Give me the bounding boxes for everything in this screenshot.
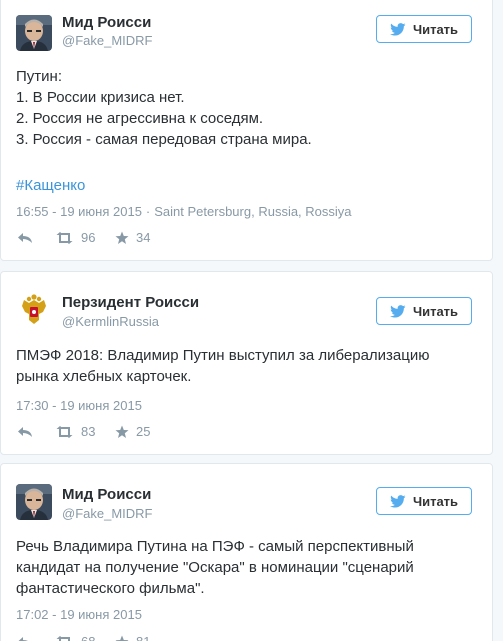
tweet-location[interactable]: Saint Petersburg, Russia, Rossiya xyxy=(154,204,351,219)
follow-label: Читать xyxy=(412,303,459,319)
follow-label: Читать xyxy=(412,493,459,509)
tweet-text-line: 3. Россия - самая передовая страна мира. xyxy=(16,131,312,148)
twitter-bird-icon xyxy=(390,494,406,508)
author-handle[interactable]: @KermlinRussia xyxy=(62,314,159,329)
meta-separator: · xyxy=(145,204,151,219)
reply-button[interactable] xyxy=(17,426,55,438)
tweet-text-line: рынка хлебных карточек. xyxy=(16,368,192,385)
like-count: 81 xyxy=(136,634,150,641)
tweet-timestamp[interactable]: 16:55 - 19 июня 2015 xyxy=(16,204,142,219)
tweet-feed: Мид Роисси @Fake_MIDRF Читать Путин: 1. … xyxy=(0,0,503,641)
twitter-bird-icon xyxy=(390,22,406,36)
reply-icon xyxy=(18,232,32,243)
tweet-actions: 68 81 xyxy=(17,634,150,641)
coat-of-arms-icon xyxy=(16,294,52,330)
retweet-count: 83 xyxy=(81,424,96,439)
like-button[interactable]: 25 xyxy=(115,424,150,439)
tweet-meta: 16:55 - 19 июня 2015 · Saint Petersburg, R… xyxy=(16,204,352,219)
retweet-icon xyxy=(56,231,73,244)
reply-icon xyxy=(18,636,29,641)
hashtag-link[interactable]: #Кащенко xyxy=(16,177,85,194)
author-handle[interactable]: @Fake_MIDRF xyxy=(62,33,153,48)
tweet-card: Мид Роисси @Fake_MIDRF Читать Речь Влади… xyxy=(0,463,493,641)
like-button[interactable]: 34 xyxy=(115,230,150,245)
tweet-text-line: Речь Владимира Путина на ПЭФ - самый пер… xyxy=(16,538,414,555)
follow-button[interactable]: Читать xyxy=(376,487,472,515)
star-icon xyxy=(115,425,129,438)
avatar-portrait-image xyxy=(16,15,52,51)
retweet-icon xyxy=(56,635,70,641)
tweet-actions: 83 25 xyxy=(17,424,150,439)
tweet-actions: 96 34 xyxy=(17,230,150,245)
retweet-button[interactable]: 96 xyxy=(55,230,115,245)
reply-button[interactable] xyxy=(17,636,55,641)
like-count: 25 xyxy=(136,424,151,439)
star-icon xyxy=(115,231,129,244)
retweet-icon xyxy=(56,425,73,438)
tweet-timestamp[interactable]: 17:30 - 19 июня 2015 xyxy=(16,398,142,413)
tweet-text-line: 2. Россия не агрессивна к соседям. xyxy=(16,110,264,127)
tweet-timestamp[interactable]: 17:02 - 19 июня 2015 xyxy=(16,607,142,622)
author-handle[interactable]: @Fake_MIDRF xyxy=(62,506,153,521)
tweet-text: ПМЭФ 2018: Владимир Путин выступил за ли… xyxy=(16,345,480,387)
tweet-text: Путин: 1. В России кризиса нет. 2. Росси… xyxy=(16,66,480,150)
follow-button[interactable]: Читать xyxy=(376,15,472,43)
retweet-button[interactable]: 83 xyxy=(55,424,115,439)
tweet-text-line: 1. В России кризиса нет. xyxy=(16,89,185,106)
avatar[interactable] xyxy=(16,15,52,51)
like-count: 34 xyxy=(136,230,151,245)
star-icon xyxy=(115,635,129,641)
follow-label: Читать xyxy=(412,21,459,37)
retweet-count: 96 xyxy=(81,230,96,245)
tweet-meta: 17:30 - 19 июня 2015 xyxy=(16,398,142,413)
avatar-portrait-image xyxy=(16,484,52,520)
retweet-button[interactable]: 68 xyxy=(55,634,115,641)
reply-button[interactable] xyxy=(17,232,55,244)
tweet-text-line: ПМЭФ 2018: Владимир Путин выступил за ли… xyxy=(16,347,430,364)
author-name[interactable]: Мид Роисси xyxy=(62,486,151,503)
retweet-count: 68 xyxy=(81,634,95,641)
follow-button[interactable]: Читать xyxy=(376,297,472,325)
like-button[interactable]: 81 xyxy=(115,634,150,641)
tweet-text-line: кандидат на получение "Оскара" в номинац… xyxy=(16,559,414,576)
author-name[interactable]: Мид Роисси xyxy=(62,14,151,31)
tweet-text-line: фантастического фильма". xyxy=(16,580,205,597)
tweet-meta: 17:02 - 19 июня 2015 xyxy=(16,607,142,622)
avatar[interactable] xyxy=(16,484,52,520)
tweet-card: Перзидент Роисси @KermlinRussia Читать П… xyxy=(0,271,493,455)
tweet-text-line: Путин: xyxy=(16,68,62,85)
author-name[interactable]: Перзидент Роисси xyxy=(62,294,199,311)
twitter-bird-icon xyxy=(390,304,406,318)
avatar[interactable] xyxy=(16,294,52,330)
tweet-text: Речь Владимира Путина на ПЭФ - самый пер… xyxy=(16,536,480,599)
reply-icon xyxy=(18,426,32,437)
tweet-card: Мид Роисси @Fake_MIDRF Читать Путин: 1. … xyxy=(0,0,493,261)
